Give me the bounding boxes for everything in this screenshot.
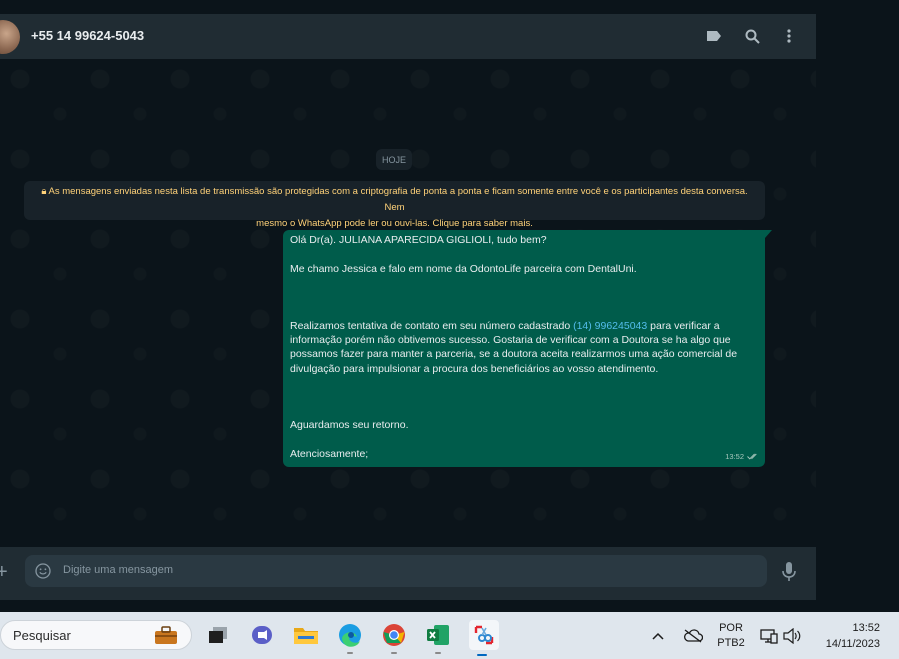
excel-running-indicator <box>435 652 441 654</box>
file-explorer-icon[interactable] <box>293 622 319 648</box>
chat-area: HOJE 🔒︎ As mensagens enviadas nesta list… <box>0 59 816 547</box>
language-line1: POR <box>719 621 743 634</box>
phone-link[interactable]: (14) 996245043 <box>573 320 647 332</box>
encryption-notice-line1: As mensagens enviadas nesta lista de tra… <box>48 186 748 213</box>
microphone-icon[interactable] <box>779 561 799 583</box>
date-chip: HOJE <box>376 149 412 170</box>
clock[interactable]: 13:52 14/11/2023 <box>810 612 880 659</box>
windows-taskbar: Pesquisar POR PTB2 13:52 14/11/2023 <box>0 612 899 659</box>
message-body-start: Realizamos tentativa de contato em seu n… <box>290 320 574 332</box>
briefcase-icon[interactable] <box>153 625 179 645</box>
excel-icon[interactable] <box>425 622 451 654</box>
snipping-tool-icon[interactable] <box>469 620 499 656</box>
network-icon[interactable] <box>760 612 778 659</box>
outgoing-message[interactable]: Olá Dr(a). JULIANA APARECIDA GIGLIOLI, t… <box>283 230 765 467</box>
message-body: Realizamos tentativa de contato em seu n… <box>290 319 756 376</box>
chrome-icon[interactable] <box>381 622 407 654</box>
language-line2: PTB2 <box>717 636 745 649</box>
message-closing-1: Aguardamos seu retorno. <box>290 419 409 431</box>
teams-icon[interactable] <box>249 622 275 648</box>
edge-running-indicator <box>347 652 353 654</box>
message-intro: Me chamo Jessica e falo em nome da Odont… <box>290 263 637 275</box>
message-closing-2: Atenciosamente; <box>290 448 369 460</box>
message-input[interactable]: Digite uma mensagem <box>25 555 767 587</box>
taskbar-search[interactable]: Pesquisar <box>0 620 192 650</box>
chrome-running-indicator <box>391 652 397 654</box>
onedrive-offline-icon[interactable] <box>683 612 703 659</box>
whatsapp-window: +55 14 99624-5043 HOJE 🔒︎ As mensagens e… <box>0 14 816 612</box>
emoji-icon[interactable] <box>35 563 51 579</box>
input-placeholder: Digite uma mensagem <box>63 564 174 576</box>
clock-time: 13:52 <box>852 621 880 634</box>
double-check-icon <box>747 454 757 460</box>
message-meta: 13:52 <box>725 450 759 464</box>
message-time: 13:52 <box>725 451 744 461</box>
task-view-icon[interactable] <box>205 622 231 648</box>
message-greeting: Olá Dr(a). JULIANA APARECIDA GIGLIOLI, t… <box>290 234 547 246</box>
label-icon[interactable] <box>704 26 724 46</box>
chevron-up-icon <box>652 632 664 640</box>
avatar[interactable] <box>0 20 20 54</box>
edge-icon[interactable] <box>337 622 363 654</box>
attach-plus-icon[interactable]: + <box>0 562 8 582</box>
snipping-tool-active-indicator <box>477 654 487 656</box>
right-panel <box>816 14 899 612</box>
taskbar-search-placeholder: Pesquisar <box>13 628 71 643</box>
composer-bar: + Digite uma mensagem <box>0 547 816 600</box>
show-hidden-icons[interactable] <box>652 612 664 659</box>
bubble-tail <box>765 230 772 238</box>
menu-icon[interactable] <box>779 26 799 46</box>
encryption-notice[interactable]: 🔒︎ As mensagens enviadas nesta lista de … <box>24 181 765 229</box>
chat-header[interactable]: +55 14 99624-5043 <box>0 14 816 59</box>
language-indicator[interactable]: POR PTB2 <box>712 612 750 659</box>
contact-name[interactable]: +55 14 99624-5043 <box>31 28 144 43</box>
clock-date: 14/11/2023 <box>825 637 880 650</box>
volume-icon[interactable] <box>783 612 801 659</box>
top-strip <box>0 0 899 14</box>
search-icon[interactable] <box>742 26 762 46</box>
